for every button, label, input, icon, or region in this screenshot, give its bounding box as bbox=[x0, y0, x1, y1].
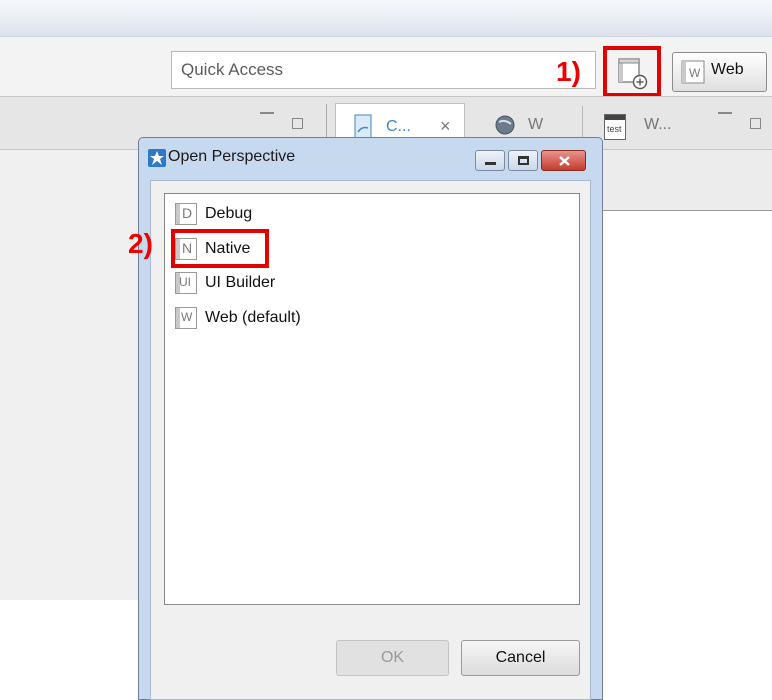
test-file-icon: test bbox=[604, 114, 626, 140]
tab-label: W bbox=[528, 116, 544, 133]
close-icon bbox=[559, 156, 570, 166]
ui-builder-perspective-icon: UI bbox=[175, 272, 197, 294]
list-item-ui-builder[interactable]: UI UI Builder bbox=[175, 270, 275, 296]
ide-title-strip bbox=[0, 0, 772, 37]
list-item-web[interactable]: W Web (default) bbox=[175, 305, 301, 331]
close-icon[interactable]: × bbox=[440, 116, 451, 137]
dialog-close-button[interactable] bbox=[541, 150, 586, 171]
minimize-icon[interactable] bbox=[260, 112, 274, 114]
editor-content bbox=[598, 210, 772, 600]
quick-access-input[interactable]: Quick Access bbox=[171, 51, 596, 89]
web-perspective-button[interactable]: W Web bbox=[672, 52, 767, 92]
web-perspective-icon: W bbox=[175, 307, 197, 329]
ok-button[interactable]: OK bbox=[336, 640, 449, 676]
annotation-1-highlight bbox=[603, 46, 661, 97]
list-item-label: Debug bbox=[205, 205, 253, 222]
minimize-icon bbox=[485, 162, 496, 165]
tab-label: W... bbox=[644, 116, 672, 133]
list-item-label: UI Builder bbox=[205, 274, 276, 291]
minimize-icon[interactable] bbox=[718, 112, 732, 114]
svg-text:W: W bbox=[689, 66, 701, 80]
dialog-title: Open Perspective bbox=[168, 148, 296, 165]
dialog-maximize-button[interactable] bbox=[508, 150, 538, 171]
list-item-debug[interactable]: D Debug bbox=[175, 201, 252, 227]
web-perspective-label: Web bbox=[711, 61, 744, 78]
list-item-label: Web (default) bbox=[205, 309, 301, 326]
maximize-icon[interactable] bbox=[292, 118, 303, 129]
app-icon bbox=[148, 149, 166, 167]
annotation-2-highlight bbox=[171, 229, 269, 268]
tab-test[interactable]: test W... bbox=[600, 106, 700, 146]
globe-icon bbox=[495, 115, 515, 135]
web-perspective-icon: W bbox=[681, 60, 705, 84]
dialog-minimize-button[interactable] bbox=[475, 150, 505, 171]
tab-label: C... bbox=[386, 118, 411, 135]
annotation-1-label: 1) bbox=[556, 56, 581, 87]
annotation-2-label: 2) bbox=[128, 228, 153, 259]
maximize-icon bbox=[518, 156, 529, 165]
maximize-icon[interactable] bbox=[750, 118, 761, 129]
debug-perspective-icon: D bbox=[175, 203, 197, 225]
cancel-button[interactable]: Cancel bbox=[461, 640, 580, 676]
